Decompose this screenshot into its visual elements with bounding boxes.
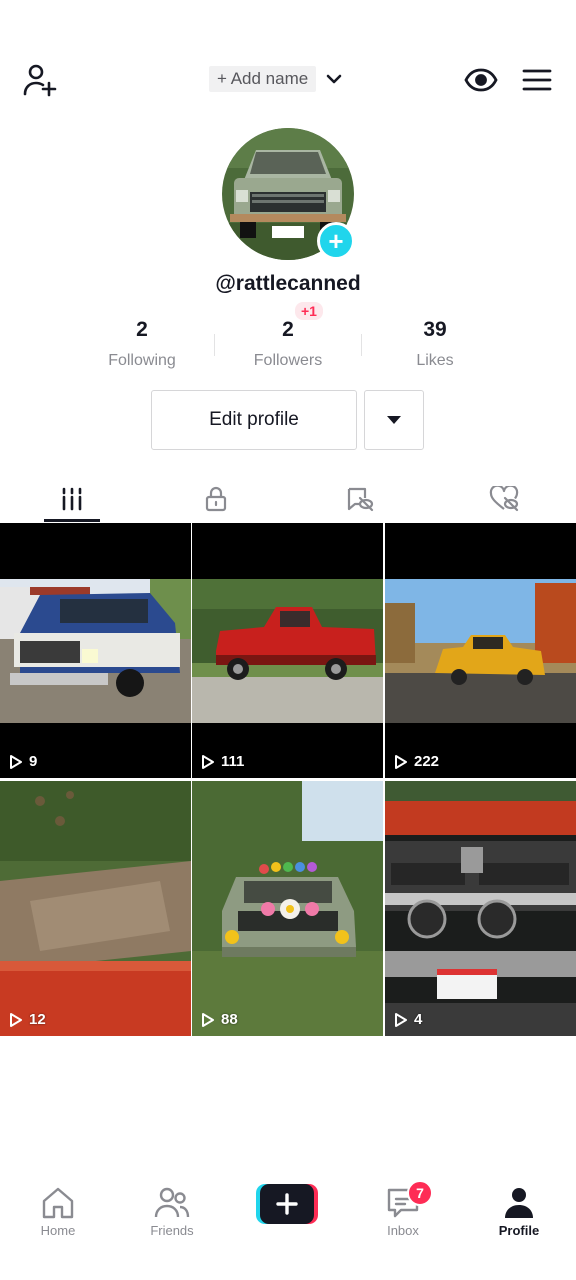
heart-hidden-icon (489, 486, 519, 512)
nav-inbox-label: Inbox (387, 1223, 419, 1238)
menu-button[interactable] (518, 62, 556, 98)
play-icon (395, 1012, 407, 1027)
play-icon (202, 754, 214, 769)
tab-reposts[interactable] (288, 476, 432, 522)
play-icon (202, 1012, 214, 1027)
new-followers-badge: +1 (295, 302, 323, 320)
video-thumbnail[interactable]: 222 (385, 523, 576, 778)
nav-home[interactable]: Home (18, 1186, 98, 1238)
caret-down-icon (387, 416, 401, 424)
add-name-control[interactable]: + Add name (209, 66, 344, 92)
play-icon (10, 1012, 22, 1027)
followers-label: Followers (253, 352, 323, 369)
play-icon (10, 754, 22, 769)
video-thumbnail[interactable]: 12 (0, 781, 191, 1036)
active-tab-indicator (44, 519, 100, 522)
add-avatar-button[interactable]: + (317, 222, 355, 260)
likes-count: 39 (423, 318, 447, 341)
view-count: 4 (394, 1011, 422, 1028)
username: @rattlecanned (215, 272, 361, 295)
view-count: 222 (394, 753, 439, 770)
create-plus-icon (256, 1184, 318, 1224)
eye-icon (464, 68, 498, 92)
nav-home-label: Home (40, 1223, 76, 1238)
profile-icon (505, 1188, 533, 1218)
following-count: 2 (136, 318, 148, 341)
home-icon (42, 1187, 74, 1219)
video-thumbnail[interactable]: 9 (0, 523, 191, 778)
add-name-button[interactable]: + Add name (209, 66, 317, 92)
profile-views-button[interactable] (461, 62, 501, 98)
view-count: 88 (201, 1011, 238, 1028)
following-stat[interactable]: 2 Following (69, 318, 215, 370)
repost-icon (347, 487, 374, 512)
video-grid: 9 111 222 12 88 4 (0, 523, 576, 1036)
nav-friends-label: Friends (150, 1223, 194, 1238)
nav-friends[interactable]: Friends (132, 1186, 212, 1238)
plus-icon: + (328, 226, 344, 256)
likes-stat[interactable]: 39 Likes (362, 318, 508, 370)
video-thumbnail[interactable]: 111 (192, 523, 383, 778)
followers-count: 2 (282, 318, 294, 341)
view-count: 12 (9, 1011, 46, 1028)
view-count: 111 (201, 753, 244, 770)
add-person-icon (23, 64, 57, 97)
add-friend-button[interactable] (18, 60, 62, 100)
play-icon (395, 754, 407, 769)
video-thumbnail[interactable]: 4 (385, 781, 576, 1036)
profile-dropdown-button[interactable] (364, 390, 424, 450)
following-label: Following (108, 352, 176, 369)
tab-videos[interactable] (0, 476, 144, 522)
inbox-notification-badge: 7 (407, 1180, 433, 1206)
edit-profile-button[interactable]: Edit profile (151, 390, 357, 450)
followers-stat[interactable]: 2 Followers (215, 318, 361, 370)
tab-private[interactable] (144, 476, 288, 522)
view-count: 9 (9, 753, 37, 770)
chevron-down-icon[interactable] (324, 69, 344, 89)
create-button[interactable] (256, 1184, 318, 1224)
video-thumbnail[interactable]: 88 (192, 781, 383, 1036)
lock-icon (205, 486, 227, 512)
grid-icon (62, 487, 82, 511)
hamburger-menu-icon (522, 69, 552, 91)
bottom-nav: Home Friends Inbox 7 Profile (0, 1170, 576, 1280)
likes-label: Likes (416, 352, 454, 369)
nav-profile[interactable]: Profile (479, 1186, 559, 1238)
tab-liked[interactable] (432, 476, 576, 522)
nav-profile-label: Profile (498, 1223, 540, 1238)
friends-icon (154, 1187, 190, 1218)
